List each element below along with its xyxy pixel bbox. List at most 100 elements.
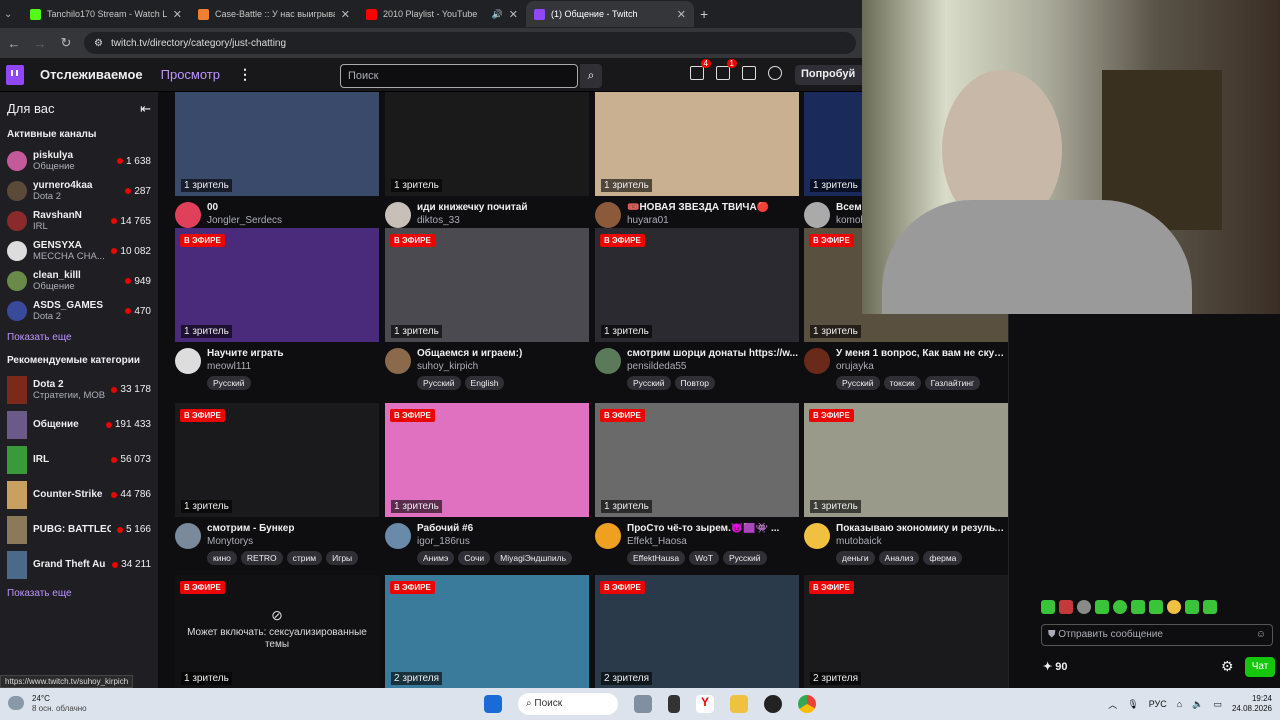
crown-icon[interactable] — [768, 66, 782, 80]
emote-icon[interactable] — [1203, 600, 1217, 614]
channel-name[interactable]: orujayka — [836, 361, 1008, 372]
browser-tab-1[interactable]: Tanchilo170 Stream - Watch Li ✕ — [22, 1, 190, 27]
stream-tag[interactable]: Сочи — [458, 551, 491, 565]
try-turbo-button[interactable]: Попробуй — [795, 65, 865, 85]
stream-tag[interactable]: ферма — [923, 551, 963, 565]
stream-tag[interactable]: Анализ — [878, 551, 920, 565]
stream-thumbnail[interactable]: В ЭФИРЕ 1 зритель — [804, 403, 1008, 517]
prime-loot-icon[interactable]: 4 — [690, 59, 711, 80]
game-icon[interactable] — [634, 695, 652, 713]
sidebar-channel[interactable]: ASDS_GAMES Dota 2 470 — [0, 296, 158, 326]
windows-start-icon[interactable] — [484, 695, 502, 713]
stream-tag[interactable]: стрим — [286, 551, 323, 565]
stream-thumbnail[interactable]: 1 зритель — [595, 92, 799, 196]
stream-tag[interactable]: MiyagiЭндшпиль — [494, 551, 573, 565]
stream-title[interactable]: 00 — [207, 202, 379, 213]
streamer-avatar[interactable] — [385, 348, 411, 374]
mic-icon[interactable]: 🎙 — [1127, 699, 1138, 710]
stream-thumbnail[interactable]: В ЭФИРЕ ⊘ Может включать: сексуализированн… — [175, 575, 379, 688]
network-icon[interactable]: ⌂ — [1177, 699, 1182, 709]
chat-input[interactable]: ⛊ Отправить сообщение ☺ — [1041, 624, 1273, 646]
streamer-avatar[interactable] — [175, 523, 201, 549]
app-icon[interactable] — [764, 695, 782, 713]
collapse-icon[interactable]: ⇤ — [140, 101, 151, 117]
channel-name[interactable]: suhoy_kirpich — [417, 361, 589, 372]
chat-settings-icon[interactable]: ⚙ — [1221, 658, 1234, 675]
stream-tag[interactable]: Газлайтинг — [924, 376, 981, 390]
search-icon[interactable]: ⌕ — [580, 64, 602, 88]
stream-thumbnail[interactable]: В ЭФИРЕ 1 зритель — [175, 228, 379, 342]
language-indicator[interactable]: РУС — [1149, 699, 1167, 709]
channel-name[interactable]: meowl111 — [207, 361, 379, 372]
streamer-avatar[interactable] — [804, 348, 830, 374]
streamer-avatar[interactable] — [595, 348, 621, 374]
nav-browse[interactable]: Просмотр — [161, 67, 220, 82]
emote-icon[interactable] — [1041, 600, 1055, 614]
stream-tag[interactable]: English — [464, 376, 505, 390]
sidebar-category[interactable]: IRL 56 073 — [0, 442, 158, 477]
stream-tag[interactable]: деньги — [836, 551, 875, 565]
sidebar-channel[interactable]: RavshanN IRL 14 765 — [0, 206, 158, 236]
sidebar-channel[interactable]: piskulya Общение 1 638 — [0, 146, 158, 176]
volume-icon[interactable]: 🔈 — [1192, 699, 1203, 710]
reload-icon[interactable]: ↻ — [58, 35, 74, 51]
stream-card[interactable]: В ЭФИРЕ 1 зритель Общаемся и играем:) suh… — [385, 228, 589, 390]
stream-title[interactable]: смотрим - Бункер — [207, 523, 379, 534]
stream-tag[interactable]: Игры — [326, 551, 359, 565]
show-more-link[interactable]: Показать еще — [0, 326, 158, 349]
emote-icon[interactable] — [1077, 600, 1091, 614]
browser-tab-4[interactable]: (1) Общение - Twitch ✕ — [526, 1, 694, 27]
sidebar-channel[interactable]: GENSYXA МЕССНА СНА... 10 082 — [0, 236, 158, 266]
stream-card[interactable]: В ЭФИРЕ 2 зрителя — [595, 575, 799, 688]
channel-name[interactable]: igor_186rus — [417, 536, 589, 547]
emote-icon[interactable] — [1167, 600, 1181, 614]
whispers-icon[interactable] — [742, 66, 756, 80]
channel-name[interactable]: Monytorys — [207, 536, 379, 547]
twitch-logo-icon[interactable] — [6, 64, 24, 85]
stream-tag[interactable]: Русский — [627, 376, 671, 390]
sidebar-category[interactable]: PUBG: BATTLEG... 5 166 — [0, 512, 158, 547]
new-tab-icon[interactable]: + — [700, 6, 708, 22]
battery-icon[interactable]: ▭ — [1213, 699, 1222, 710]
channel-name[interactable]: mutobaick — [836, 536, 1008, 547]
close-icon[interactable]: ✕ — [677, 8, 686, 21]
channel-name[interactable]: Effekt_Haosa — [627, 536, 799, 547]
stream-thumbnail[interactable]: В ЭФИРЕ 2 зрителя — [595, 575, 799, 688]
close-icon[interactable]: ✕ — [341, 8, 350, 21]
stream-title[interactable]: Научите играть — [207, 348, 379, 359]
streamer-avatar[interactable] — [804, 523, 830, 549]
emote-icon[interactable] — [1059, 600, 1073, 614]
weather-widget[interactable]: 24°C 8 осн. облачно — [0, 694, 110, 714]
stream-card[interactable]: В ЭФИРЕ 1 зритель Научите играть meowl111… — [175, 228, 379, 390]
stream-title[interactable]: Рабочий #6 — [417, 523, 589, 534]
taskview-icon[interactable] — [668, 695, 680, 713]
stream-card[interactable]: В ЭФИРЕ ⊘ Может включать: сексуализированн… — [175, 575, 379, 688]
taskbar-search[interactable]: ⌕ Поиск — [518, 693, 618, 715]
stream-thumbnail[interactable]: В ЭФИРЕ 2 зрителя — [804, 575, 1008, 688]
emote-icon[interactable] — [1149, 600, 1163, 614]
stream-title[interactable]: 🎟️НОВАЯ ЗВЕЗДА ТВИЧА🔴 — [627, 202, 799, 213]
stream-thumbnail[interactable]: 1 зритель — [385, 92, 589, 196]
emote-icon[interactable] — [1185, 600, 1199, 614]
channel-name[interactable]: Jongler_Serdecs — [207, 215, 379, 226]
search-input[interactable]: Поиск — [340, 64, 578, 88]
sidebar-channel[interactable]: yurnero4kaa Dota 2 287 — [0, 176, 158, 206]
browser-tab-2[interactable]: Case-Battle :: У нас выигрыва ✕ — [190, 1, 358, 27]
emote-icon[interactable] — [1131, 600, 1145, 614]
chat-send-button[interactable]: Чат — [1245, 657, 1275, 677]
yandex-icon[interactable]: Y — [696, 695, 714, 713]
stream-card[interactable]: В ЭФИРЕ 2 зрителя — [804, 575, 1008, 688]
channel-name[interactable]: pensildeda55 — [627, 361, 799, 372]
nav-following[interactable]: Отслеживаемое — [40, 67, 143, 82]
stream-thumbnail[interactable]: В ЭФИРЕ 1 зритель — [385, 403, 589, 517]
stream-title[interactable]: У меня 1 вопрос, Как вам не скучн... — [836, 348, 1008, 359]
stream-card[interactable]: В ЭФИРЕ 1 зритель смотрим - Бункер Monyto… — [175, 403, 379, 565]
stream-tag[interactable]: Русский — [836, 376, 880, 390]
browser-tab-3[interactable]: 2010 Playlist - YouTube 🔊 ✕ — [358, 1, 526, 27]
stream-thumbnail[interactable]: В ЭФИРЕ 2 зрителя — [385, 575, 589, 688]
tray-arrow-icon[interactable]: ︿ — [1108, 698, 1117, 711]
show-more-categories-link[interactable]: Показать еще — [0, 582, 158, 605]
streamer-avatar[interactable] — [385, 202, 411, 228]
close-icon[interactable]: ✕ — [173, 8, 182, 21]
streamer-avatar[interactable] — [175, 202, 201, 228]
